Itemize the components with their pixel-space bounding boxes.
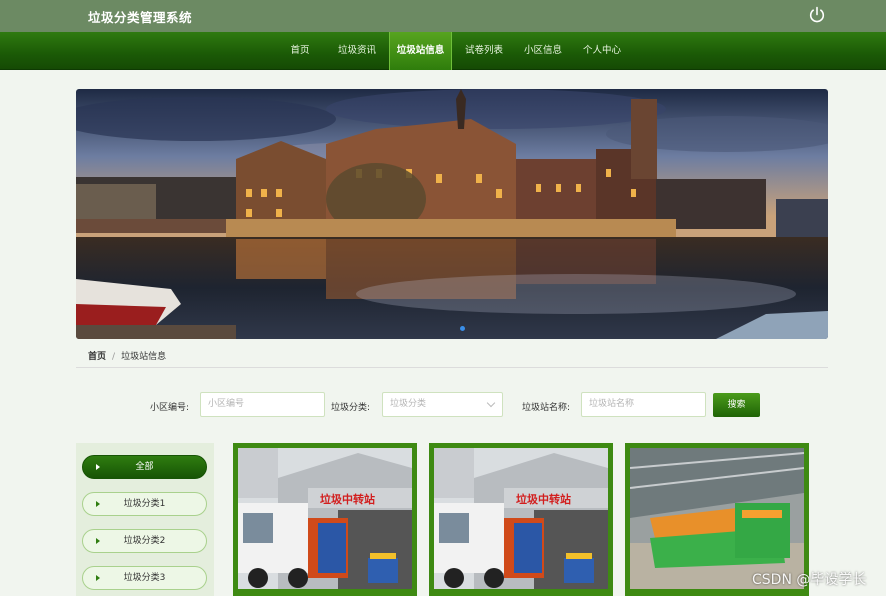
station-input[interactable]: 垃圾站名称 <box>581 392 706 417</box>
category-label: 全部 <box>135 462 154 472</box>
caret-right-icon <box>96 464 100 470</box>
caret-right-icon <box>96 501 100 507</box>
community-label: 小区编号: <box>150 403 190 413</box>
chevron-down-icon <box>486 398 496 408</box>
main-nav: 首页 垃圾资讯 垃圾站信息 试卷列表 小区信息 个人中心 <box>0 32 886 70</box>
station-image <box>630 448 804 589</box>
banner-image <box>76 89 828 339</box>
category-label: 垃圾分类: <box>331 403 371 413</box>
banner-carousel[interactable] <box>76 89 828 339</box>
breadcrumb-current: 垃圾站信息 <box>121 352 167 362</box>
nav-community[interactable]: 小区信息 <box>520 32 566 70</box>
category-select[interactable]: 垃圾分类 <box>382 392 503 417</box>
category-item-1[interactable]: 垃圾分类1 <box>82 492 207 516</box>
station-card[interactable]: 垃圾中转站 <box>429 443 613 596</box>
caret-right-icon <box>96 575 100 581</box>
watermark-text: CSDN @毕设学长 <box>752 572 867 588</box>
category-label: 垃圾分类2 <box>123 536 166 546</box>
community-input[interactable]: 小区编号 <box>200 392 325 417</box>
carousel-dot[interactable] <box>460 326 465 331</box>
station-card[interactable]: 垃圾中转站 <box>233 443 417 596</box>
divider <box>76 367 828 368</box>
sign-text: 垃圾中转站 <box>320 492 375 506</box>
category-label: 垃圾分类1 <box>123 499 166 509</box>
station-label: 垃圾站名称: <box>522 403 571 413</box>
breadcrumb-home[interactable]: 首页 <box>88 352 106 362</box>
power-icon[interactable] <box>807 5 827 25</box>
station-image: 垃圾中转站 <box>238 448 412 589</box>
category-select-text: 垃圾分类 <box>390 399 427 409</box>
category-item-2[interactable]: 垃圾分类2 <box>82 529 207 553</box>
app-title: 垃圾分类管理系统 <box>88 10 193 25</box>
category-item-3[interactable]: 垃圾分类3 <box>82 566 207 590</box>
nav-exam-list[interactable]: 试卷列表 <box>462 32 506 70</box>
sign-text: 垃圾中转站 <box>516 492 571 506</box>
breadcrumb-separator: / <box>112 352 116 362</box>
breadcrumb: 首页 / 垃圾站信息 <box>88 349 166 362</box>
nav-home[interactable]: 首页 <box>282 32 318 70</box>
nav-news[interactable]: 垃圾资讯 <box>333 32 381 70</box>
nav-profile[interactable]: 个人中心 <box>579 32 625 70</box>
category-sidebar: 全部 垃圾分类1 垃圾分类2 垃圾分类3 <box>76 443 214 596</box>
caret-right-icon <box>96 538 100 544</box>
category-label: 垃圾分类3 <box>123 573 166 583</box>
top-header: 垃圾分类管理系统 <box>0 0 886 32</box>
search-button[interactable]: 搜索 <box>713 393 760 417</box>
station-image: 垃圾中转站 <box>434 448 608 589</box>
nav-station-info[interactable]: 垃圾站信息 <box>389 32 452 70</box>
category-all[interactable]: 全部 <box>82 455 207 479</box>
